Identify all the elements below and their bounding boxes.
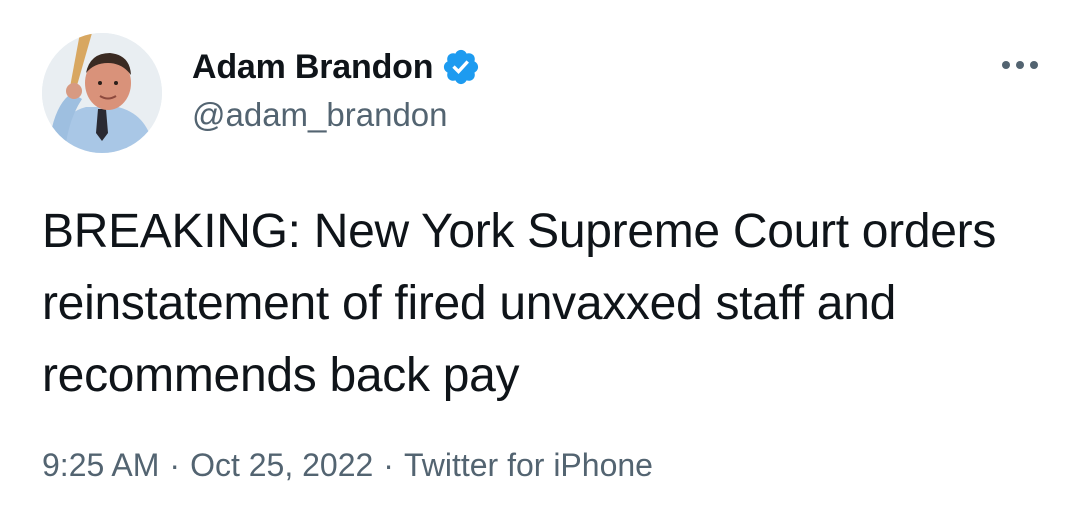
more-horizontal-icon [1002, 61, 1038, 69]
author-display-name[interactable]: Adam Brandon [192, 48, 433, 87]
tweet-text: BREAKING: New York Supreme Court orders … [42, 205, 997, 402]
author-name-row: Adam Brandon [192, 46, 481, 88]
tweet-card: Adam Brandon @adam_brandon BREAKING: New… [0, 0, 1080, 520]
tweet-time-link[interactable]: 9:25 AM · Oct 25, 2022 [42, 447, 373, 483]
avatar[interactable] [42, 33, 162, 153]
verified-badge-icon [441, 47, 481, 87]
tweet-time: 9:25 AM [42, 447, 160, 483]
tweet-meta: 9:25 AM · Oct 25, 2022 · Twitter for iPhone [42, 447, 653, 484]
avatar-image [42, 33, 162, 153]
author-handle[interactable]: @adam_brandon [192, 96, 448, 134]
meta-separator: · [383, 447, 394, 483]
meta-separator: · [169, 447, 181, 483]
tweet-date: Oct 25, 2022 [190, 447, 374, 483]
tweet-source-link[interactable]: Twitter for iPhone [404, 447, 653, 483]
more-options-button[interactable] [990, 50, 1050, 80]
